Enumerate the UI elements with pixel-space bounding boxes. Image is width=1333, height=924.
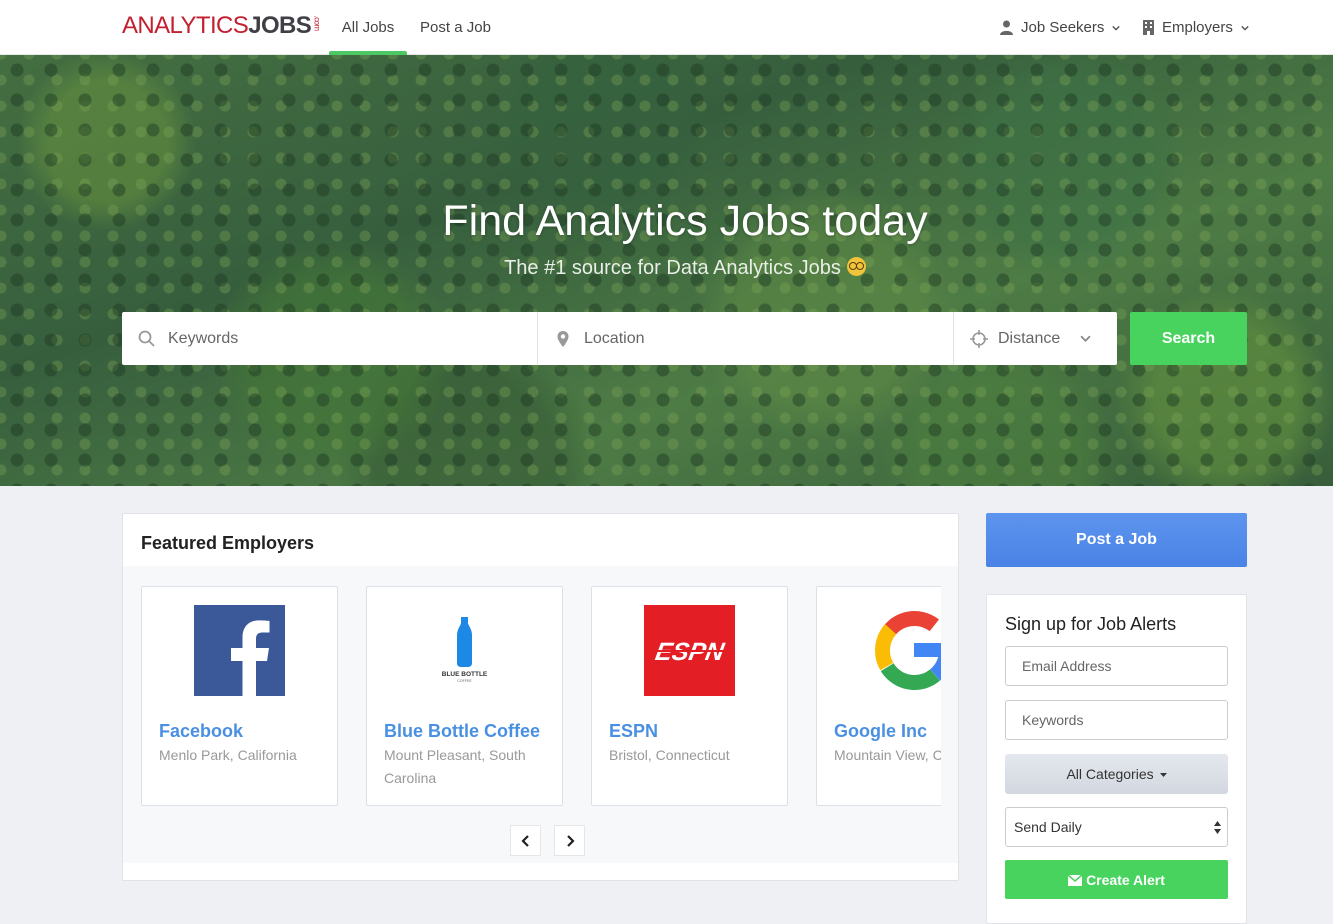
post-a-job-button[interactable]: Post a Job <box>986 513 1247 567</box>
user-icon <box>1000 20 1013 35</box>
nav-tab-all-jobs[interactable]: All Jobs <box>329 0 407 55</box>
employer-location: Mountain View, California <box>834 747 941 763</box>
chevron-down-icon <box>1080 335 1091 342</box>
map-pin-icon <box>557 330 569 347</box>
employer-name[interactable]: Facebook <box>159 721 243 742</box>
alert-frequency-select[interactable]: Send Daily <box>1005 807 1228 847</box>
chevron-right-icon <box>566 834 575 847</box>
job-search-bar: Distance <box>122 311 1117 366</box>
google-logo <box>869 605 941 696</box>
employer-name[interactable]: Google Inc <box>834 721 927 742</box>
employer-card-google[interactable]: Google Inc Mountain View, California <box>816 586 941 806</box>
create-alert-button[interactable]: Create Alert <box>1005 860 1228 899</box>
employer-card-espn[interactable]: ESPN ESPN Bristol, Connecticut <box>591 586 788 806</box>
employer-location: Bristol, Connecticut <box>609 747 730 763</box>
employer-cards: Facebook Menlo Park, California BLUE BOT… <box>141 586 941 808</box>
hero-banner: Find Analytics Jobs today The #1 source … <box>0 55 1333 486</box>
espn-logo: ESPN <box>644 605 735 696</box>
location-input[interactable] <box>582 311 953 366</box>
chevron-down-icon <box>1241 25 1249 31</box>
employer-card-facebook[interactable]: Facebook Menlo Park, California <box>141 586 338 806</box>
employer-name[interactable]: ESPN <box>609 721 658 742</box>
employer-location: Mount Pleasant, South Carolina <box>384 747 526 786</box>
hero-subtitle: The #1 source for Data Analytics Jobs <box>0 257 1333 280</box>
chevron-down-icon <box>1112 25 1121 31</box>
job-alerts-title: Sign up for Job Alerts <box>1005 614 1177 634</box>
employer-card-blue-bottle-coffee[interactable]: BLUE BOTTLE COFFEE Blue Bottle Coffee Mo… <box>366 586 563 806</box>
hero-title: Find Analytics Jobs today <box>442 197 928 245</box>
chevron-left-icon <box>520 834 529 847</box>
categories-dropdown[interactable]: All Categories <box>1005 754 1228 794</box>
keywords-input[interactable] <box>166 311 537 366</box>
svg-text:ESPN: ESPN <box>653 638 727 666</box>
job-alerts-panel: Sign up for Job Alerts All Categories Se… <box>986 594 1247 924</box>
carousel-prev-button[interactable] <box>510 825 541 856</box>
facebook-logo <box>194 605 285 696</box>
select-arrows-icon <box>1214 821 1221 834</box>
envelope-icon <box>1067 873 1083 886</box>
location-field <box>538 311 954 366</box>
carousel-next-button[interactable] <box>554 825 585 856</box>
employers-dropdown[interactable]: Employers <box>1143 0 1249 55</box>
nerd-face-icon <box>846 257 866 276</box>
site-logo[interactable]: ANALYTICSJOBS.com <box>122 11 326 41</box>
distance-select[interactable]: Distance <box>954 312 1117 365</box>
crosshair-icon <box>970 329 988 348</box>
svg-text:BLUE BOTTLE: BLUE BOTTLE <box>442 671 488 678</box>
nav-tab-post-a-job[interactable]: Post a Job <box>414 0 497 55</box>
alert-email-input[interactable] <box>1005 646 1228 686</box>
building-icon <box>1143 20 1154 35</box>
employer-name[interactable]: Blue Bottle Coffee <box>384 721 540 742</box>
top-navbar: ANALYTICSJOBS.com All Jobs Post a Job Jo… <box>0 0 1333 55</box>
search-button[interactable]: Search <box>1130 312 1247 365</box>
search-icon <box>138 330 155 347</box>
keywords-field <box>122 311 538 366</box>
caret-down-icon <box>1159 772 1167 777</box>
blue-bottle-logo: BLUE BOTTLE COFFEE <box>419 605 510 696</box>
svg-text:COFFEE: COFFEE <box>457 679 472 683</box>
employer-location: Menlo Park, California <box>159 747 297 763</box>
featured-employers-title: Featured Employers <box>141 533 315 553</box>
featured-employers-panel: Featured Employers Facebook Menlo Park, … <box>122 513 959 881</box>
job-seekers-dropdown[interactable]: Job Seekers <box>1000 0 1121 55</box>
alert-keywords-input[interactable] <box>1005 700 1228 740</box>
